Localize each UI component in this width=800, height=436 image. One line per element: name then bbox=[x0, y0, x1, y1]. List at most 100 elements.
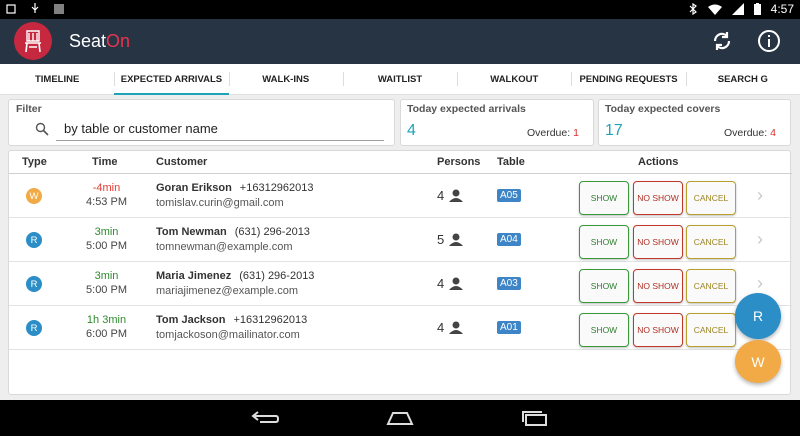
table-tag: A04 bbox=[497, 233, 521, 246]
table-row[interactable]: W -4min 4:53 PM Goran Erikson +16312962013 to… bbox=[9, 174, 792, 218]
system-nav-bar bbox=[0, 400, 800, 436]
chevron-right-icon[interactable]: › bbox=[757, 185, 763, 206]
cancel-button[interactable]: CANCEL bbox=[686, 269, 736, 303]
persons-count: 5 bbox=[437, 232, 464, 247]
add-reservation-button[interactable]: R bbox=[735, 293, 781, 339]
customer-name-phone: Tom Jackson +16312962013 bbox=[156, 314, 307, 326]
stat-title: Today expected covers bbox=[605, 103, 721, 115]
show-button[interactable]: SHOW bbox=[579, 225, 629, 259]
chair-logo-icon bbox=[14, 22, 52, 60]
home-icon[interactable] bbox=[385, 408, 415, 428]
person-icon bbox=[449, 189, 464, 202]
arrivals-table: Type Time Customer Persons Table Actions… bbox=[8, 150, 792, 395]
table-row[interactable]: R 3min 5:00 PM Tom Newman (631) 296-2013 tomn… bbox=[9, 218, 792, 262]
expected-arrivals-card: Today expected arrivals 4 Overdue: 1 bbox=[400, 99, 594, 146]
refresh-icon[interactable] bbox=[709, 28, 735, 54]
customer-name: Goran Erikson bbox=[156, 182, 232, 194]
app-bar: SeatOn bbox=[0, 19, 800, 64]
no-show-button[interactable]: NO SHOW bbox=[633, 181, 683, 215]
header-actions: Actions bbox=[638, 156, 679, 168]
customer-name-phone: Tom Newman (631) 296-2013 bbox=[156, 226, 310, 238]
covers-overdue: Overdue: 4 bbox=[723, 127, 776, 139]
screenshot-icon bbox=[6, 4, 16, 14]
relative-time: 3min bbox=[94, 270, 119, 282]
customer-phone: (631) 296-2013 bbox=[234, 226, 310, 238]
filter-card: Filter bbox=[8, 99, 395, 146]
no-show-button[interactable]: NO SHOW bbox=[633, 313, 683, 347]
header-time: Time bbox=[92, 156, 118, 168]
no-show-button[interactable]: NO SHOW bbox=[633, 225, 683, 259]
app-title: SeatOn bbox=[69, 31, 131, 51]
signal-icon bbox=[731, 3, 744, 15]
type-badge: R bbox=[26, 232, 42, 248]
tab-timeline[interactable]: TIMELINE bbox=[0, 64, 114, 94]
cancel-button[interactable]: CANCEL bbox=[686, 225, 736, 259]
tab-expected-arrivals[interactable]: EXPECTED ARRIVALS bbox=[114, 64, 229, 95]
customer-name: Tom Jackson bbox=[156, 314, 226, 326]
table-row[interactable]: R 1h 3min 6:00 PM Tom Jackson +16312962013 to… bbox=[9, 306, 792, 350]
table-tag: A03 bbox=[497, 277, 521, 290]
customer-email: tomjackoson@mailinator.com bbox=[156, 329, 300, 341]
customer-phone: +16312962013 bbox=[239, 182, 314, 194]
table-tag: A01 bbox=[497, 321, 521, 334]
show-button[interactable]: SHOW bbox=[579, 269, 629, 303]
covers-count: 17 bbox=[605, 122, 623, 139]
persons-count: 4 bbox=[437, 320, 464, 335]
tab-walkout[interactable]: WALKOUT bbox=[457, 64, 571, 94]
status-time: 4:57 bbox=[770, 2, 794, 16]
persons-count: 4 bbox=[437, 276, 464, 291]
type-badge: R bbox=[26, 320, 42, 336]
search-icon bbox=[35, 122, 49, 136]
relative-time: 1h 3min bbox=[86, 314, 127, 326]
show-button[interactable]: SHOW bbox=[579, 313, 629, 347]
customer-name-phone: Maria Jimenez (631) 296-2013 bbox=[156, 270, 314, 282]
table-row[interactable]: R 3min 5:00 PM Maria Jimenez (631) 296-2013 m… bbox=[9, 262, 792, 306]
filter-search-input[interactable] bbox=[56, 117, 384, 141]
person-icon bbox=[449, 233, 464, 246]
header-type: Type bbox=[22, 156, 47, 168]
header-customer: Customer bbox=[156, 156, 208, 168]
back-icon[interactable] bbox=[250, 408, 280, 428]
relative-time: -4min bbox=[92, 182, 121, 194]
usb-icon bbox=[31, 3, 39, 13]
info-icon[interactable] bbox=[756, 28, 782, 54]
header-persons: Persons bbox=[437, 156, 481, 168]
type-badge: W bbox=[26, 188, 42, 204]
no-show-button[interactable]: NO SHOW bbox=[633, 269, 683, 303]
customer-name-phone: Goran Erikson +16312962013 bbox=[156, 182, 314, 194]
tab-waitlist[interactable]: WAITLIST bbox=[342, 64, 457, 94]
chevron-right-icon[interactable]: › bbox=[757, 229, 763, 250]
table-tag: A05 bbox=[497, 189, 521, 202]
wifi-icon bbox=[707, 4, 722, 15]
stat-title: Today expected arrivals bbox=[407, 103, 526, 115]
arrivals-overdue: Overdue: 1 bbox=[526, 127, 579, 139]
person-icon bbox=[449, 277, 464, 290]
tab-walk-ins[interactable]: WALK-INS bbox=[228, 64, 343, 94]
tab-pending-requests[interactable]: PENDING REQUESTS bbox=[571, 64, 685, 94]
persons-count: 4 bbox=[437, 188, 464, 203]
tab-bar: TIMELINE EXPECTED ARRIVALS WALK-INS WAIT… bbox=[0, 64, 800, 95]
show-button[interactable]: SHOW bbox=[579, 181, 629, 215]
arrival-time: 4:53 PM bbox=[86, 196, 127, 208]
customer-phone: (631) 296-2013 bbox=[239, 270, 315, 282]
customer-name: Maria Jimenez bbox=[156, 270, 232, 282]
tab-search[interactable]: SEARCH G bbox=[685, 64, 800, 94]
customer-email: mariajimenez@example.com bbox=[156, 285, 298, 297]
add-walkin-button[interactable]: W bbox=[735, 340, 781, 383]
arrival-time: 5:00 PM bbox=[86, 284, 127, 296]
barcode-icon bbox=[54, 4, 64, 14]
header-table: Table bbox=[497, 156, 525, 168]
bluetooth-icon bbox=[689, 3, 697, 15]
cancel-button[interactable]: CANCEL bbox=[686, 313, 736, 347]
customer-phone: +16312962013 bbox=[233, 314, 308, 326]
type-badge: R bbox=[26, 276, 42, 292]
table-header: Type Time Customer Persons Table Actions bbox=[9, 151, 792, 174]
recents-icon[interactable] bbox=[520, 408, 550, 428]
chevron-right-icon[interactable]: › bbox=[757, 273, 763, 294]
cancel-button[interactable]: CANCEL bbox=[686, 181, 736, 215]
filter-label: Filter bbox=[16, 103, 42, 115]
arrival-time: 5:00 PM bbox=[86, 240, 127, 252]
battery-icon bbox=[753, 3, 761, 15]
customer-email: tomnewman@example.com bbox=[156, 241, 293, 253]
expected-covers-card: Today expected covers 17 Overdue: 4 bbox=[598, 99, 791, 146]
